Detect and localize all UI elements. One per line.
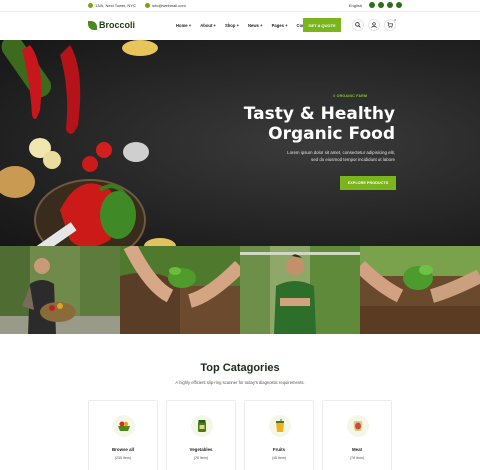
category-card-vegetables[interactable]: Vegetables (78 Item) [166, 400, 236, 470]
category-count: (78 Item) [193, 456, 209, 460]
categories-list: Browse all (235 Item) Vegetables (78 Ite… [88, 400, 392, 470]
vegetables-illustration [0, 40, 176, 246]
category-name: Vegetables [189, 447, 213, 452]
topbar-right: English [349, 2, 402, 8]
site-logo[interactable]: Broccoli [88, 20, 135, 30]
category-name: Browse all [112, 447, 134, 452]
hero-tagline: // ORGANIC FARM [333, 94, 368, 98]
email-info[interactable]: info@webmail.com [145, 3, 186, 8]
cart-icon[interactable]: 0 [384, 18, 396, 31]
hero-title-line1: Tasty & Healthy [243, 104, 395, 124]
greenhouse-farmer-photo[interactable] [240, 246, 360, 334]
pinterest-icon[interactable] [396, 2, 402, 8]
hero-subtitle-line1: Lorem ipsum dolor sit amet, consectetur … [287, 150, 395, 155]
nav-home[interactable]: Home + [176, 23, 191, 28]
category-count: (78 Item) [349, 456, 365, 460]
categories-subtitle: A highly efficient slip-ring scanner for… [175, 380, 305, 385]
location-icon [88, 3, 93, 8]
user-icon[interactable] [368, 19, 380, 31]
category-name: Meat [351, 447, 362, 452]
search-icon[interactable] [352, 19, 364, 31]
category-card-fruits[interactable]: Fruits (45 Item) [244, 400, 314, 470]
get-a-quote-button[interactable]: GET A QUOTE [303, 18, 341, 32]
hero-subtitle-line2: sed do eiusmod tempor incididunt ut labo… [311, 157, 395, 162]
vegetable-jar-icon [191, 415, 213, 437]
leaf-logo-icon [88, 20, 97, 30]
address-info: 13/A, Next Tower, NYC [88, 3, 136, 8]
fruit-basket-icon [113, 415, 135, 437]
photo-gallery [0, 246, 480, 334]
nav-about[interactable]: About + [200, 23, 216, 28]
language-selector[interactable]: English [349, 3, 362, 8]
planting-in-soil-photo[interactable] [360, 246, 480, 334]
meat-icon [347, 415, 369, 437]
category-name: Fruits [272, 447, 286, 452]
main-header: Broccoli Home + About + Shop + News + Pa… [0, 12, 480, 40]
youtube-icon[interactable] [387, 2, 393, 8]
top-info-bar: 13/A, Next Tower, NYC info@webmail.com E… [0, 0, 480, 12]
planting-seedling-photo[interactable] [120, 246, 240, 334]
hero-title-line2: Organic Food [268, 124, 395, 144]
category-card-browse-all[interactable]: Browse all (235 Item) [88, 400, 158, 470]
email-text[interactable]: info@webmail.com [152, 3, 186, 8]
nav-shop[interactable]: Shop + [225, 23, 239, 28]
hero-banner: // ORGANIC FARM Tasty & Healthy Organic … [0, 40, 480, 246]
explore-products-button[interactable]: EXPLORE PRODUCTS [340, 176, 396, 190]
nav-pages[interactable]: Pages + [272, 23, 288, 28]
category-count: (235 Item) [114, 456, 132, 460]
nav-news[interactable]: News + [248, 23, 263, 28]
juice-cup-icon [269, 415, 291, 437]
category-card-meat[interactable]: Meat (78 Item) [322, 400, 392, 470]
mail-icon [145, 3, 150, 8]
category-count: (45 Item) [271, 456, 287, 460]
farmer-with-basket-photo[interactable] [0, 246, 120, 334]
address-text: 13/A, Next Tower, NYC [95, 3, 136, 8]
cart-count: 0 [394, 18, 396, 22]
categories-title: Top Catagories [200, 362, 280, 374]
logo-text: Broccoli [99, 20, 136, 30]
twitter-icon[interactable] [378, 2, 384, 8]
facebook-icon[interactable] [369, 2, 375, 8]
main-nav: Home + About + Shop + News + Pages + Con… [176, 23, 312, 28]
